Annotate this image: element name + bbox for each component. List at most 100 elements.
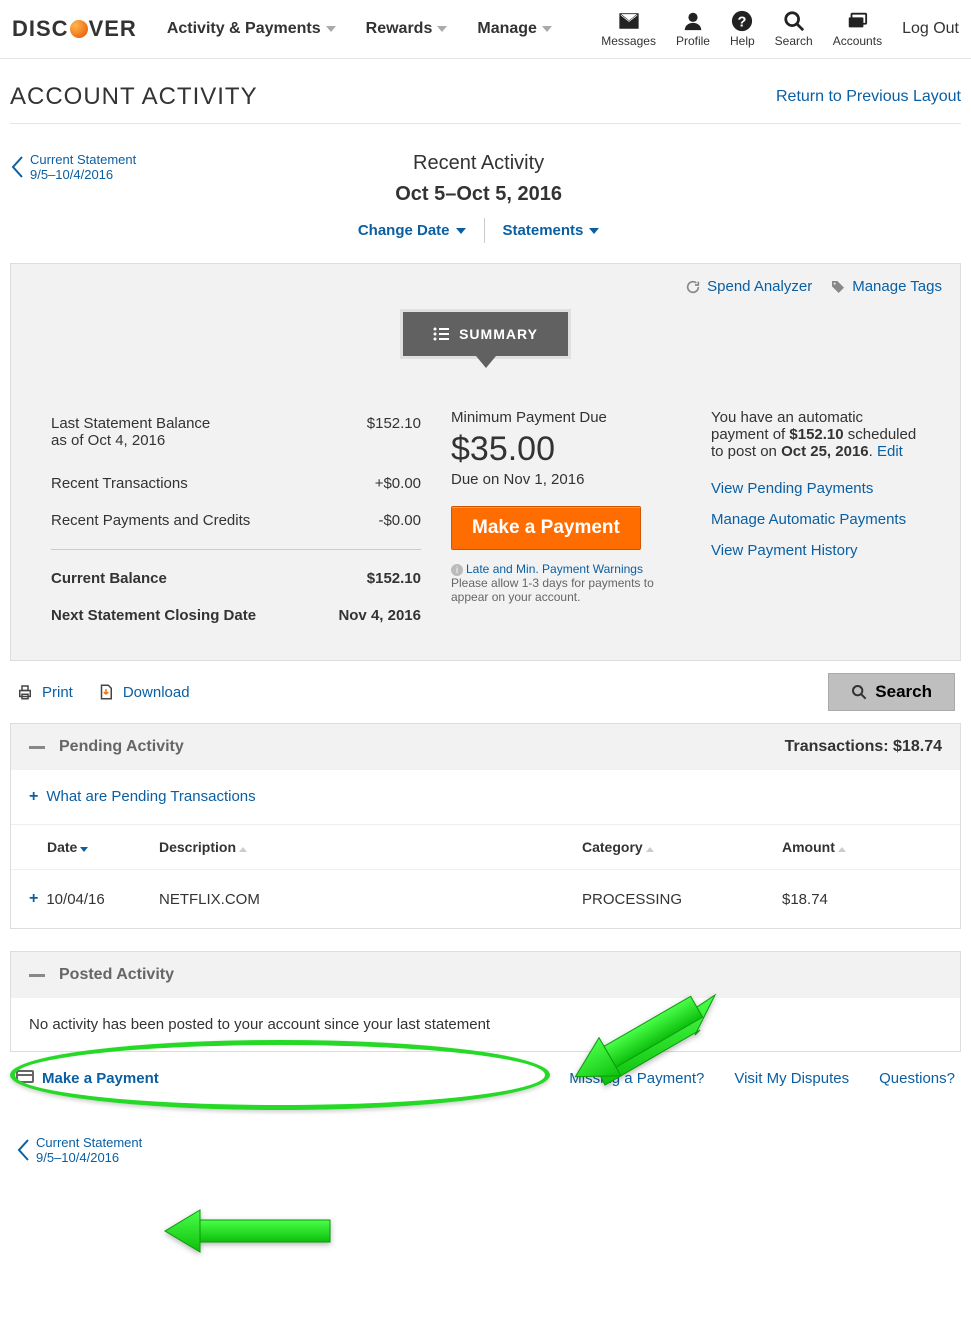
recent-tx-value: +$0.00 (331, 475, 421, 492)
col-category[interactable]: Category (582, 839, 782, 855)
row-amt: $18.74 (782, 891, 942, 908)
nav-search[interactable]: Search (775, 10, 813, 48)
nav-rewards[interactable]: Rewards (366, 20, 448, 38)
cards-icon (846, 10, 868, 32)
current-bal-value: $152.10 (331, 570, 421, 587)
manage-tags-link[interactable]: Manage Tags (830, 278, 942, 295)
statement-nav: Current Statement 9/5–10/4/2016 Recent A… (10, 124, 961, 263)
posted-header[interactable]: Posted Activity (11, 952, 960, 998)
info-icon: i (451, 564, 463, 576)
questions-link[interactable]: Questions? (879, 1070, 955, 1087)
download-icon (97, 683, 115, 701)
row-desc: NETFLIX.COM (159, 891, 582, 908)
what-pending-link[interactable]: +What are Pending Transactions (29, 788, 256, 805)
current-bal-label: Current Balance (51, 570, 331, 587)
posted-title: Posted Activity (59, 966, 174, 984)
return-layout-link[interactable]: Return to Previous Layout (776, 88, 961, 106)
summary-col-balances: Last Statement Balanceas of Oct 4, 2016 … (51, 409, 421, 630)
nav-activity-payments[interactable]: Activity & Payments (167, 20, 336, 38)
chevron-down-icon (456, 228, 466, 234)
spend-analyzer-link[interactable]: Spend Analyzer (685, 278, 812, 295)
card-icon (16, 1070, 34, 1083)
posted-section: Posted Activity No activity has been pos… (10, 951, 961, 1052)
nav-manage[interactable]: Manage (477, 20, 552, 38)
last-stmt-asof: as of Oct 4, 2016 (51, 432, 165, 449)
next-close-value: Nov 4, 2016 (331, 607, 421, 624)
collapse-icon (29, 746, 45, 749)
recent-tx-label: Recent Transactions (51, 475, 331, 492)
prev-statement-link[interactable]: Current Statement 9/5–10/4/2016 (10, 152, 136, 182)
make-payment-button[interactable]: Make a Payment (451, 506, 641, 550)
summary-tab[interactable]: SUMMARY (400, 309, 571, 359)
min-due-label: Minimum Payment Due (451, 409, 681, 426)
brand-logo[interactable]: DISCVER (12, 16, 137, 42)
search-icon (783, 10, 805, 32)
nav-messages[interactable]: Messages (601, 10, 656, 48)
tag-icon (830, 279, 846, 295)
col-amount[interactable]: Amount (782, 839, 942, 855)
top-nav: DISCVER Activity & Payments Rewards Mana… (0, 0, 971, 59)
expand-icon[interactable]: + (29, 890, 38, 908)
summary-col-auto: You have an automatic payment of $152.10… (711, 409, 920, 630)
collapse-icon (29, 974, 45, 977)
manage-auto-link[interactable]: Manage Automatic Payments (711, 511, 920, 528)
activity-toolbar: Print Download Search (10, 661, 961, 723)
brand-o-icon (70, 20, 88, 38)
footer-make-payment[interactable]: Make a Payment (16, 1070, 159, 1087)
brand-pre: DISC (12, 16, 69, 42)
pending-header[interactable]: Pending Activity Transactions: $18.74 (11, 724, 960, 770)
due-on: Due on Nov 1, 2016 (451, 471, 681, 488)
recent-pay-value: -$0.00 (331, 512, 421, 529)
row-cat: PROCESSING (582, 891, 782, 908)
nav-logout[interactable]: Log Out (902, 20, 959, 38)
payment-warn-text: Please allow 1-3 days for payments to ap… (451, 576, 654, 604)
pending-section: Pending Activity Transactions: $18.74 +W… (10, 723, 961, 929)
pending-row[interactable]: +10/04/16 NETFLIX.COM PROCESSING $18.74 (11, 870, 960, 928)
page-title-row: ACCOUNT ACTIVITY Return to Previous Layo… (10, 59, 961, 124)
bottom-statement-nav: Current Statement 9/5–10/4/2016 (10, 1105, 961, 1175)
chevron-left-icon (16, 1138, 30, 1162)
col-desc[interactable]: Description (159, 839, 582, 855)
last-stmt-label: Last Statement Balance (51, 415, 210, 432)
sort-desc-icon (80, 847, 88, 852)
min-due-value: $35.00 (451, 430, 681, 469)
statements-link[interactable]: Statements (484, 218, 618, 243)
list-icon (433, 327, 449, 341)
search-icon (851, 684, 867, 700)
question-circle-icon: ? (731, 10, 753, 32)
envelope-icon (618, 10, 640, 32)
sort-icon (646, 847, 654, 852)
view-pending-link[interactable]: View Pending Payments (711, 480, 920, 497)
nav-profile[interactable]: Profile (676, 10, 710, 48)
summary-box: Spend Analyzer Manage Tags SUMMARY Last … (10, 263, 961, 661)
recent-pay-label: Recent Payments and Credits (51, 512, 331, 529)
stmt-link-range: 9/5–10/4/2016 (30, 167, 113, 182)
view-history-link[interactable]: View Payment History (711, 542, 920, 559)
nav-accounts[interactable]: Accounts (833, 10, 882, 48)
change-date-link[interactable]: Change Date (340, 218, 484, 243)
sort-icon (239, 847, 247, 852)
last-stmt-value: $152.10 (331, 415, 421, 449)
plus-icon: + (29, 788, 38, 805)
sort-icon (838, 847, 846, 852)
activity-header: Recent Activity Oct 5–Oct 5, 2016 Change… (136, 152, 821, 243)
recent-activity-heading: Recent Activity (136, 152, 821, 175)
payment-warnings-link[interactable]: Late and Min. Payment Warnings (466, 562, 643, 576)
edit-auto-link[interactable]: Edit (877, 443, 903, 460)
missing-payment-link[interactable]: Missing a Payment? (569, 1070, 704, 1087)
auto-payment-text: You have an automatic payment of $152.10… (711, 409, 920, 460)
nav-help[interactable]: ? Help (730, 10, 755, 48)
disputes-link[interactable]: Visit My Disputes (734, 1070, 849, 1087)
download-button[interactable]: Download (97, 683, 190, 701)
date-range: Oct 5–Oct 5, 2016 (136, 183, 821, 206)
pending-title: Pending Activity (59, 738, 184, 756)
annotation-arrow-bottom (160, 1205, 340, 1255)
col-date[interactable]: Date (29, 839, 159, 855)
summary-tools: Spend Analyzer Manage Tags (11, 264, 960, 309)
search-button[interactable]: Search (828, 673, 955, 711)
prev-statement-link-bottom[interactable]: Current Statement 9/5–10/4/2016 (16, 1135, 955, 1165)
summary-col-payment: Minimum Payment Due $35.00 Due on Nov 1,… (451, 409, 681, 630)
page-title: ACCOUNT ACTIVITY (10, 83, 258, 111)
chevron-down-icon (542, 26, 552, 32)
print-button[interactable]: Print (16, 683, 73, 701)
